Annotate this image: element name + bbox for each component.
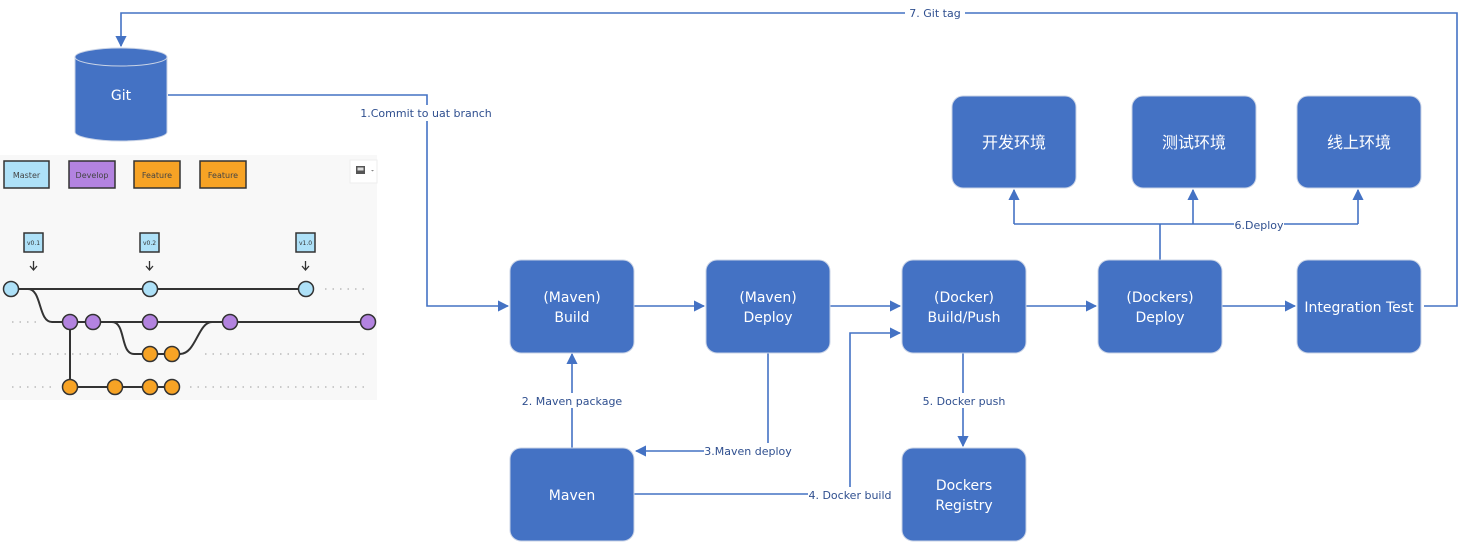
node-integration-test[interactable]: Integration Test (1296, 259, 1422, 354)
edge-label-commit: 1.Commit to uat branch (360, 107, 492, 120)
node-docker-build-push[interactable]: (Docker) Build/Push (901, 259, 1027, 354)
node-label-line2: Registry (935, 498, 992, 514)
gitflow-image: Master Develop Feature Feature v0.1 v0.2… (0, 155, 378, 400)
node-label-line2: Build/Push (927, 310, 1000, 326)
node-label-line1: Dockers (936, 478, 992, 494)
tag-label: v0.1 (27, 240, 40, 247)
edge-maven-deploy (634, 353, 769, 457)
node-label-line1: (Maven) (543, 290, 600, 306)
legend-master: Master (3, 160, 50, 189)
edge-label-maven-package: 2. Maven package (522, 395, 623, 408)
gitflow-background (0, 155, 377, 400)
node-label-line1: (Maven) (739, 290, 796, 306)
node-label: 开发环境 (982, 133, 1046, 152)
tag-label: v1.0 (299, 240, 312, 247)
node-maven-deploy[interactable]: (Maven) Deploy (705, 259, 831, 354)
legend-feature-2-label: Feature (208, 171, 238, 180)
node-label: Maven (549, 488, 595, 504)
node-label: 线上环境 (1327, 133, 1391, 152)
node-git-label: Git (111, 88, 132, 104)
legend-master-label: Master (13, 171, 41, 180)
legend-feature-2: Feature (199, 160, 247, 189)
image-toolbar-button[interactable] (349, 159, 378, 184)
node-label-line1: (Docker) (934, 290, 994, 306)
edge-label-docker-push: 5. Docker push (923, 395, 1006, 408)
edge-label-git-tag: 7. Git tag (909, 7, 960, 20)
legend-feature-1-label: Feature (142, 171, 172, 180)
legend-develop: Develop (68, 160, 116, 189)
tag-label: v0.2 (143, 240, 156, 247)
node-env-prod[interactable]: 线上环境 (1296, 95, 1422, 189)
edge-label-maven-deploy: 3.Maven deploy (704, 445, 792, 458)
node-label: Integration Test (1304, 300, 1414, 316)
edge-label-deploy: 6.Deploy (1234, 219, 1284, 232)
node-label-line2: Deploy (743, 310, 792, 326)
node-git[interactable]: Git (74, 47, 168, 142)
node-label: 测试环境 (1162, 133, 1226, 152)
node-maven-build[interactable]: (Maven) Build (509, 259, 635, 354)
node-env-dev[interactable]: 开发环境 (951, 95, 1077, 189)
node-dockers-deploy[interactable]: (Dockers) Deploy (1097, 259, 1223, 354)
node-label-line1: (Dockers) (1126, 290, 1193, 306)
edge-label-docker-build: 4. Docker build (808, 489, 891, 502)
node-dockers-registry[interactable]: Dockers Registry (901, 447, 1027, 542)
node-label-line2: Deploy (1135, 310, 1184, 326)
legend-develop-label: Develop (76, 171, 109, 180)
image-icon (356, 166, 365, 174)
node-env-test[interactable]: 测试环境 (1131, 95, 1257, 189)
legend-feature-1: Feature (133, 160, 181, 189)
node-maven[interactable]: Maven (509, 447, 635, 542)
node-label-line2: Build (554, 310, 589, 326)
edge-docker-build (634, 327, 902, 495)
cicd-diagram: Master Develop Feature Feature v0.1 v0.2… (0, 6, 1458, 542)
